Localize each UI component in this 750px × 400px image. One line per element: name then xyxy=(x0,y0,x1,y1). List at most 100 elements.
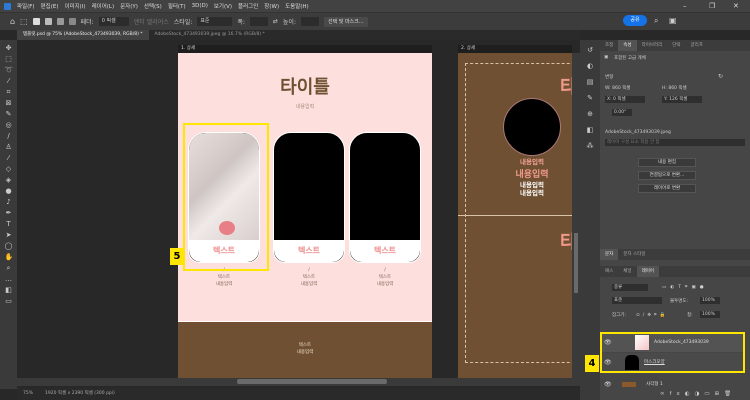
eyedropper-icon[interactable]: ✎ xyxy=(5,110,13,118)
eraser-icon[interactable]: ◇ xyxy=(5,165,13,173)
style-select[interactable]: 표준 xyxy=(197,17,233,26)
antialias-checkbox[interactable]: 앤티 앨리어스 xyxy=(134,17,169,26)
convert-to-linked-button[interactable]: 연결됨으로 변환... xyxy=(638,171,696,180)
search-icon[interactable]: ⌕ xyxy=(654,16,658,26)
menu-3d[interactable]: 3D(D) xyxy=(192,3,208,9)
edit-contents-button[interactable]: 내용 편집 xyxy=(638,158,696,167)
x-input[interactable]: X: 0 픽셀 xyxy=(605,96,645,103)
type-tool-icon[interactable]: T xyxy=(5,220,13,228)
move-tool-icon[interactable]: ✥ xyxy=(5,44,13,52)
artboard-label[interactable]: 1. 상세 xyxy=(178,45,432,53)
zoom-tool-icon[interactable]: ⌕ xyxy=(5,264,13,272)
home-icon[interactable]: ⌂ xyxy=(10,17,15,26)
quick-mask-icon[interactable]: ▭ xyxy=(5,297,13,305)
hand-tool-icon[interactable]: ✋ xyxy=(5,253,14,261)
tab-adjustments[interactable]: 조정 xyxy=(600,40,618,51)
y-input[interactable]: Y: 126 픽셀 xyxy=(662,96,702,103)
layer-action-icons[interactable]: ∞fx◐◑▭⊞🗑 xyxy=(660,391,736,397)
subtract-selection-icon[interactable] xyxy=(56,18,64,25)
blend-mode-select[interactable]: 표준 xyxy=(612,297,662,304)
lasso-tool-icon[interactable]: ➰ xyxy=(5,66,14,74)
add-selection-icon[interactable] xyxy=(44,18,52,25)
tab-layers[interactable]: 레이어 xyxy=(636,266,659,277)
glyph-icon[interactable]: ⁂ xyxy=(587,142,594,150)
tab-channels[interactable]: 채널 xyxy=(618,266,636,277)
paint-bucket-icon[interactable]: ◈ xyxy=(5,176,13,184)
opacity-input[interactable]: 100% xyxy=(700,297,720,304)
tab-libraries[interactable]: 라이브러리 xyxy=(637,40,668,51)
visibility-eye-icon[interactable]: 👁 xyxy=(604,375,612,394)
angle-input[interactable]: 0.00° xyxy=(612,109,632,116)
marquee-tool-icon[interactable]: ⬚ xyxy=(20,17,28,26)
menu-select[interactable]: 선택(S) xyxy=(144,2,162,10)
history-icon[interactable]: ↺ xyxy=(587,46,593,54)
menu-file[interactable]: 파일(F) xyxy=(17,2,35,10)
menu-plugins[interactable]: 플러그인 xyxy=(238,2,258,10)
menu-filter[interactable]: 필터(T) xyxy=(168,2,186,10)
history-brush-icon[interactable]: ⁄ xyxy=(5,154,13,162)
blur-tool-icon[interactable]: ● xyxy=(5,187,13,195)
share-button[interactable]: 공유 xyxy=(623,15,647,26)
layer-filter-select[interactable]: 종류 xyxy=(612,284,648,291)
path-selection-icon[interactable]: ➤ xyxy=(5,231,13,239)
tab-glyphs[interactable]: 글리프 xyxy=(686,40,708,51)
pen-tool-icon[interactable]: ✒ xyxy=(5,209,13,217)
ellipse-tool-icon[interactable]: ◯ xyxy=(5,242,13,250)
menu-layer[interactable]: 레이어(L) xyxy=(92,2,115,10)
swatches-icon[interactable]: ▤ xyxy=(587,78,594,86)
reset-icon[interactable]: ↻ xyxy=(718,73,723,80)
crop-tool-icon[interactable]: ⌗ xyxy=(5,88,13,96)
shapes-icon[interactable]: ◧ xyxy=(587,126,594,134)
more-tools-icon[interactable]: … xyxy=(5,275,13,283)
menu-view[interactable]: 보기(V) xyxy=(214,2,232,10)
magic-wand-icon[interactable]: ⁄ xyxy=(5,77,13,85)
tab-template-psd[interactable]: 템플릿.psd @ 75% (AdobeStock_473493039, RGB… xyxy=(17,30,149,40)
menu-image[interactable]: 이미지(I) xyxy=(64,2,85,10)
menu-type[interactable]: 문자(Y) xyxy=(120,2,138,10)
layer-comp-select[interactable]: 레이어 구성 요소 적용 안 함 xyxy=(605,139,745,146)
lock-icons[interactable]: ⊙/✥⌗🔒 xyxy=(636,312,668,318)
product-card[interactable]: 텍스트 xyxy=(349,132,421,263)
color-swatches-icon[interactable]: ◧ xyxy=(5,286,13,294)
artboard-detail-2[interactable]: 타 타 내용입력 내용입력 내용입력 내용입력 xyxy=(458,53,580,378)
feather-input[interactable]: 0 픽셀 xyxy=(98,17,129,26)
tab-adobestock-jpeg[interactable]: AdobeStock_473493039.jpeg @ 16.7% (RGB/8… xyxy=(149,30,271,40)
navigator-icon[interactable]: ⊕ xyxy=(587,110,593,118)
new-selection-icon[interactable] xyxy=(32,18,40,25)
frame-tool-icon[interactable]: ⊠ xyxy=(5,99,13,107)
layer-filter-icons[interactable]: ▭◐T⌗▣● xyxy=(662,284,708,290)
tab-character-styles[interactable]: 문자 스타일 xyxy=(618,249,650,260)
brush-tool-icon[interactable]: / xyxy=(5,132,13,140)
workspace-icon[interactable]: ▣ xyxy=(669,16,677,25)
product-card[interactable]: 텍스트 xyxy=(273,132,345,263)
fill-input[interactable]: 100% xyxy=(700,311,720,318)
horizontal-scrollbar[interactable] xyxy=(17,378,580,386)
zoom-level[interactable]: 75% xyxy=(23,388,33,400)
dodge-tool-icon[interactable]: ♪ xyxy=(5,198,13,206)
menu-window[interactable]: 창(W) xyxy=(264,2,279,10)
brush-settings-icon[interactable]: ✎ xyxy=(587,94,593,102)
tab-paths[interactable]: 패스 xyxy=(600,266,618,277)
menu-help[interactable]: 도움말(H) xyxy=(285,2,309,10)
minimize-button[interactable]: – xyxy=(683,2,687,10)
select-and-mask-button[interactable]: 선택 및 마스크... xyxy=(323,16,368,27)
tab-paragraph[interactable]: 단락 xyxy=(667,40,685,51)
swap-icon[interactable]: ⇄ xyxy=(273,18,278,25)
close-button[interactable]: ✕ xyxy=(733,2,739,10)
artboard-label-2[interactable]: 2. 상세 xyxy=(458,45,572,53)
clone-stamp-icon[interactable]: ♙ xyxy=(5,143,13,151)
menu-edit[interactable]: 편집(E) xyxy=(41,2,59,10)
width-value[interactable]: W: 860 픽셀 xyxy=(605,85,630,91)
width-input[interactable] xyxy=(249,17,268,26)
tab-properties[interactable]: 속성 xyxy=(618,40,637,51)
color-icon[interactable]: ◐ xyxy=(587,62,593,70)
vertical-scrollbar[interactable] xyxy=(572,53,580,378)
height-input[interactable] xyxy=(300,17,319,26)
convert-to-layers-button[interactable]: 레이어로 변환 xyxy=(638,184,696,193)
restore-button[interactable]: ❐ xyxy=(709,2,715,10)
height-value[interactable]: H: 860 픽셀 xyxy=(662,85,687,91)
healing-brush-icon[interactable]: ◎ xyxy=(5,121,13,129)
marquee-tool-icon[interactable]: ⬚ xyxy=(5,55,13,63)
tab-character[interactable]: 문자 xyxy=(600,249,619,260)
intersect-selection-icon[interactable] xyxy=(68,18,76,25)
